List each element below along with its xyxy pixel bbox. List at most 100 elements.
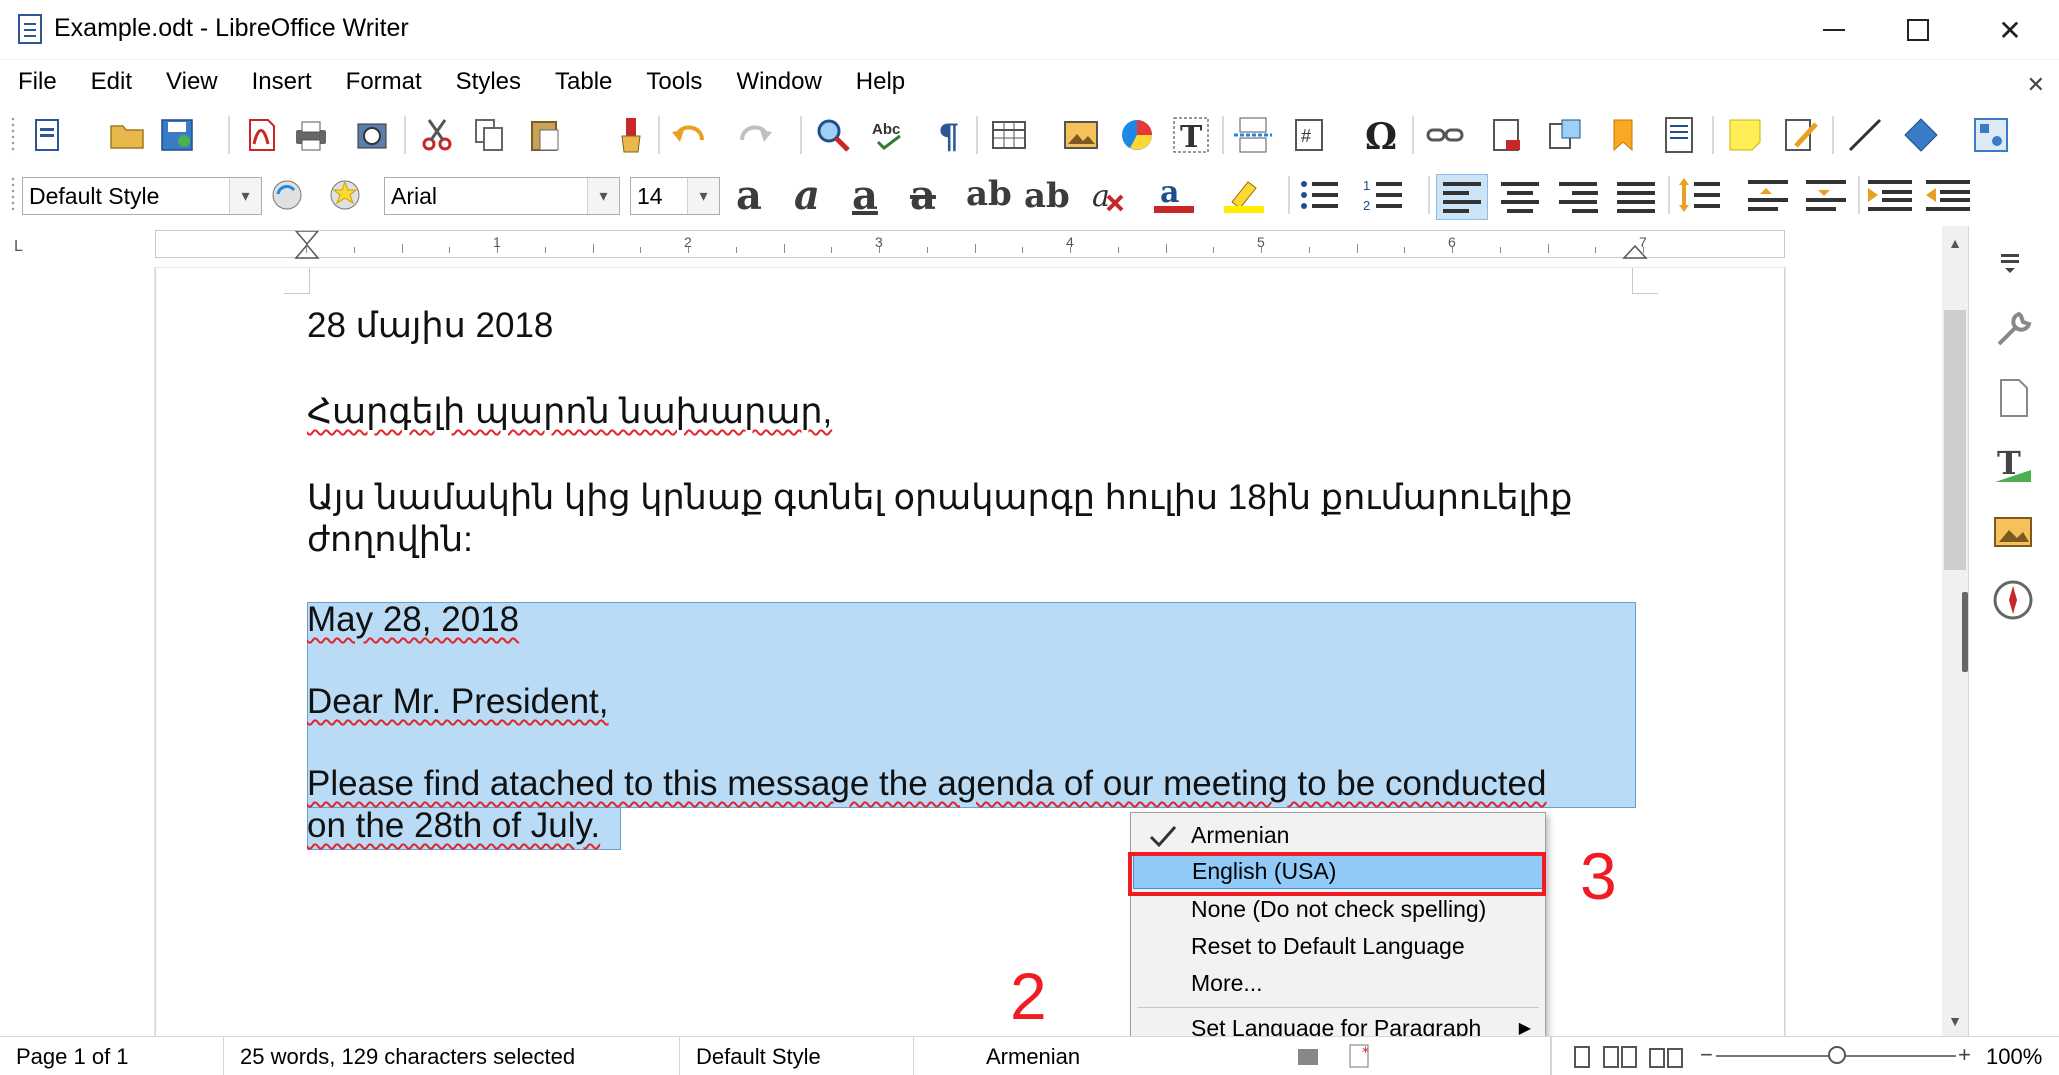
decrease-paragraph-spacing-icon[interactable]	[1804, 176, 1848, 214]
maximize-button[interactable]	[1876, 0, 1960, 60]
close-button[interactable]: ✕	[1968, 0, 2052, 60]
sidebar-collapse-handle[interactable]	[1962, 592, 1968, 672]
language-status[interactable]: Armenian	[958, 1037, 1110, 1075]
export-pdf-icon[interactable]	[242, 116, 280, 154]
menu-item-reset-language[interactable]: Reset to Default Language	[1133, 928, 1543, 964]
align-center-button[interactable]	[1494, 174, 1546, 220]
scroll-down-icon[interactable]: ▼	[1942, 1008, 1968, 1034]
armenian-body-line-2[interactable]: ժողովին:	[307, 520, 473, 560]
menu-insert[interactable]: Insert	[252, 68, 312, 96]
english-date-line[interactable]: May 28, 2018	[307, 600, 519, 640]
italic-icon[interactable]: a	[794, 172, 820, 219]
align-left-button[interactable]	[1436, 174, 1488, 220]
spelling-icon[interactable]: Abc	[870, 116, 908, 154]
cut-icon[interactable]	[418, 116, 456, 154]
draw-functions-icon[interactable]	[1972, 116, 2010, 154]
scroll-up-icon[interactable]: ▲	[1942, 230, 1968, 256]
armenian-date-line[interactable]: 28 մայիս 2018	[307, 306, 553, 346]
numbered-list-icon[interactable]: 12	[1362, 176, 1408, 214]
footnote-icon[interactable]	[1488, 116, 1526, 154]
insert-mode-icon[interactable]	[1296, 1045, 1322, 1069]
close-document-icon[interactable]: ✕	[2027, 72, 2045, 98]
toolbar-grip[interactable]	[10, 176, 16, 214]
cross-reference-icon[interactable]	[1546, 116, 1584, 154]
paste-icon[interactable]	[526, 116, 564, 154]
line-spacing-icon[interactable]	[1676, 176, 1726, 214]
menu-format[interactable]: Format	[346, 68, 422, 96]
track-changes-icon[interactable]	[1782, 116, 1820, 154]
minimize-button[interactable]	[1792, 0, 1876, 60]
new-style-icon[interactable]	[326, 176, 364, 214]
menu-item-none[interactable]: None (Do not check spelling)	[1133, 891, 1543, 927]
menu-help[interactable]: Help	[856, 68, 905, 96]
font-name-combo[interactable]: Arial ▾	[384, 177, 620, 215]
redo-icon[interactable]	[736, 116, 774, 154]
insert-image-icon[interactable]	[1062, 116, 1100, 154]
properties-wrench-icon[interactable]	[1991, 308, 2035, 352]
styles-icon[interactable]: T	[1991, 442, 2035, 486]
bookmark-icon[interactable]	[1604, 116, 1642, 154]
book-view-icon[interactable]	[1648, 1045, 1684, 1069]
insert-line-icon[interactable]	[1846, 116, 1884, 154]
zoom-slider-knob[interactable]	[1828, 1046, 1846, 1064]
page-style[interactable]: Default Style	[680, 1037, 914, 1075]
print-preview-icon[interactable]	[354, 116, 392, 154]
insert-chart-icon[interactable]	[1118, 116, 1156, 154]
menu-styles[interactable]: Styles	[456, 68, 521, 96]
menu-tools[interactable]: Tools	[646, 68, 702, 96]
page-break-icon[interactable]	[1234, 116, 1272, 154]
english-body-line-2[interactable]: on the 28th of July.	[307, 806, 600, 846]
zoom-in-icon[interactable]: +	[1958, 1042, 1971, 1068]
chevron-down-icon[interactable]: ▾	[229, 178, 261, 214]
armenian-greeting-line[interactable]: Հարգելի պարոն նախարար,	[307, 392, 832, 432]
copy-icon[interactable]	[470, 116, 508, 154]
tab-stop-selector[interactable]: L	[14, 238, 23, 256]
font-color-icon[interactable]: a	[1150, 176, 1202, 214]
insert-table-icon[interactable]	[990, 116, 1028, 154]
menu-edit[interactable]: Edit	[91, 68, 132, 96]
menu-table[interactable]: Table	[555, 68, 612, 96]
bullet-list-icon[interactable]	[1298, 176, 1344, 214]
page-count[interactable]: Page 1 of 1	[0, 1037, 224, 1075]
menu-view[interactable]: View	[166, 68, 218, 96]
superscript-icon[interactable]: ab	[966, 174, 1012, 214]
undo-icon[interactable]	[670, 116, 708, 154]
menu-file[interactable]: File	[18, 68, 57, 96]
special-character-icon[interactable]: Ω	[1362, 116, 1400, 154]
multi-page-view-icon[interactable]	[1602, 1045, 1638, 1069]
formatting-marks-icon[interactable]: ¶	[930, 116, 968, 154]
word-count[interactable]: 25 words, 129 characters selected	[224, 1037, 680, 1075]
first-line-indent-marker[interactable]	[294, 231, 320, 259]
document-modified-icon[interactable]: *	[1348, 1043, 1374, 1069]
zoom-out-icon[interactable]: −	[1700, 1042, 1713, 1068]
menu-window[interactable]: Window	[736, 68, 821, 96]
basic-shapes-icon[interactable]	[1902, 116, 1940, 154]
new-document-icon[interactable]	[30, 116, 68, 154]
single-page-view-icon[interactable]	[1570, 1045, 1594, 1069]
clone-formatting-icon[interactable]	[612, 116, 650, 154]
scrollbar-thumb[interactable]	[1944, 310, 1966, 570]
horizontal-ruler[interactable]: 1 2 3 4 5 6 7	[155, 230, 1785, 259]
menu-item-more[interactable]: More...	[1133, 965, 1543, 1001]
table-of-contents-icon[interactable]	[1660, 116, 1698, 154]
align-right-button[interactable]	[1552, 174, 1604, 220]
sidebar-menu-icon[interactable]	[1991, 248, 2031, 278]
insert-field-icon[interactable]: #	[1292, 116, 1330, 154]
insert-text-box-icon[interactable]: T	[1172, 116, 1210, 154]
menu-item-armenian[interactable]: Armenian	[1133, 817, 1543, 853]
armenian-body-line-1[interactable]: Այս նամակին կից կրնաք գտնել օրակարգը հու…	[307, 478, 1572, 518]
open-folder-icon[interactable]	[108, 116, 146, 154]
font-size-combo[interactable]: 14 ▾	[630, 177, 720, 215]
english-greeting-line[interactable]: Dear Mr. President,	[307, 682, 609, 722]
paragraph-style-combo[interactable]: Default Style ▾	[22, 177, 262, 215]
zoom-level[interactable]: 100%	[1974, 1037, 2059, 1075]
highlight-color-icon[interactable]	[1220, 176, 1272, 214]
justify-button[interactable]	[1610, 174, 1662, 220]
print-icon[interactable]	[292, 116, 330, 154]
comment-icon[interactable]	[1726, 116, 1764, 154]
subscript-icon[interactable]: ab	[1024, 176, 1070, 216]
gallery-icon[interactable]	[1991, 510, 2035, 554]
increase-indent-icon[interactable]	[1866, 176, 1914, 214]
underline-icon[interactable]: a	[852, 172, 878, 219]
chevron-down-icon[interactable]: ▾	[587, 178, 619, 214]
